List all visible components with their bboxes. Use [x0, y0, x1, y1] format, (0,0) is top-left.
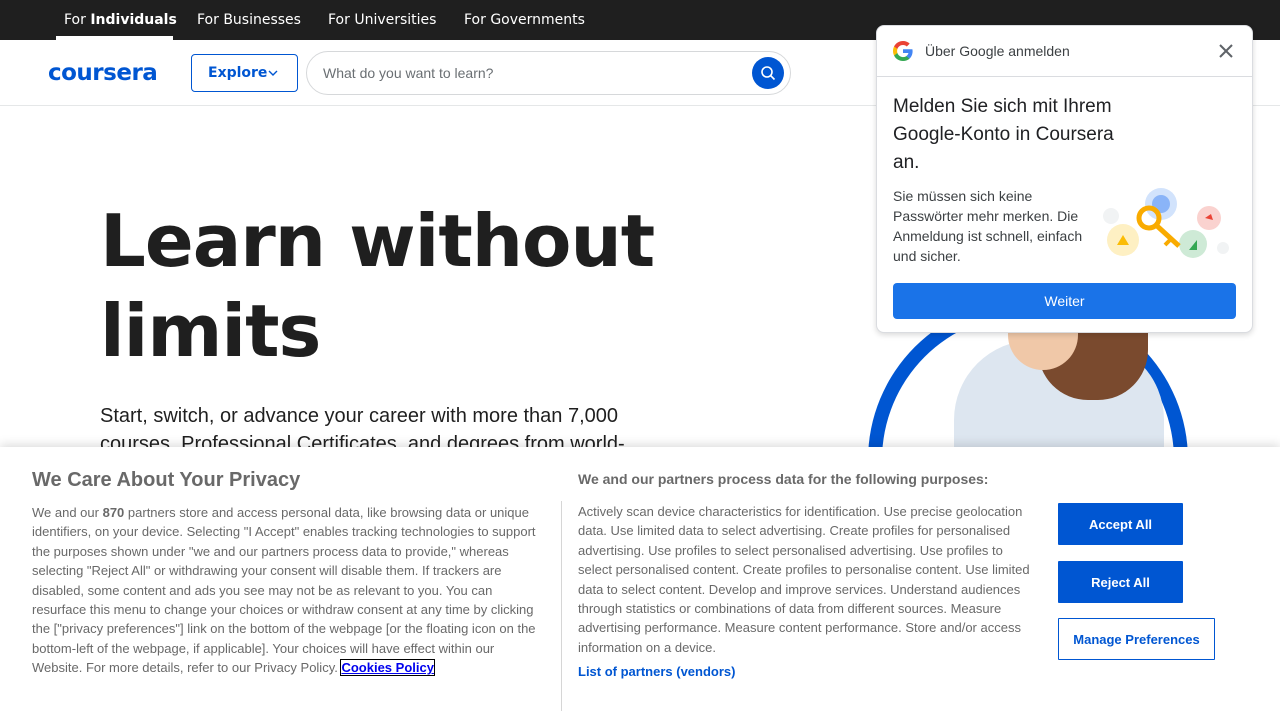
privacy-text-after: partners store and access personal data,…: [32, 505, 536, 676]
purposes-description: Actively scan device characteristics for…: [578, 504, 1030, 655]
privacy-description: We and our 870 partners store and access…: [32, 503, 544, 678]
tab-individuals-label: Individuals: [90, 12, 177, 28]
coursera-logo[interactable]: coursera: [48, 60, 158, 86]
privacy-text-before: We and our: [32, 505, 103, 520]
key-illustration-icon: [1103, 188, 1229, 258]
cookies-policy-link[interactable]: Cookies Policy: [340, 659, 435, 677]
google-dialog-header: Über Google anmelden: [877, 26, 1252, 77]
hero-title-line-1: Learn without: [100, 199, 655, 283]
tab-individuals-prefix: For: [64, 12, 91, 28]
privacy-title: We Care About Your Privacy: [32, 469, 301, 491]
accept-all-button[interactable]: Accept All: [1058, 503, 1183, 545]
explore-button[interactable]: Explore: [191, 54, 298, 92]
manage-preferences-button[interactable]: Manage Preferences: [1058, 618, 1215, 660]
privacy-banner: We Care About Your Privacy We and our 87…: [0, 447, 1280, 720]
tab-universities[interactable]: For Universities: [328, 0, 436, 40]
continue-button[interactable]: Weiter: [893, 283, 1236, 319]
google-signin-dialog: Über Google anmelden Melden Sie sich mit…: [876, 25, 1253, 333]
google-logo-icon: [893, 41, 913, 61]
hero-title: Learn without limits: [100, 196, 740, 376]
reject-all-button[interactable]: Reject All: [1058, 561, 1183, 603]
search-icon: [761, 66, 776, 81]
google-dialog-title: Über Google anmelden: [925, 43, 1070, 59]
tab-governments[interactable]: For Governments: [464, 0, 585, 40]
close-icon[interactable]: [1217, 42, 1235, 60]
search-button[interactable]: [752, 57, 784, 89]
chevron-down-icon: [268, 70, 278, 76]
partner-count: 870: [102, 505, 125, 520]
vendors-list-link[interactable]: List of partners (vendors): [578, 664, 735, 679]
tab-individuals[interactable]: For Individuals: [64, 0, 177, 40]
tab-businesses[interactable]: For Businesses: [197, 0, 301, 40]
search-bar: [306, 51, 791, 95]
purposes-title: We and our partners process data for the…: [578, 471, 989, 487]
search-input[interactable]: [323, 62, 743, 84]
explore-label: Explore: [208, 65, 268, 81]
google-dialog-body: Sie müssen sich keine Passwörter mehr me…: [893, 188, 1083, 264]
google-dialog-heading: Melden Sie sich mit Ihrem Google-Konto i…: [893, 96, 1114, 173]
privacy-divider: [561, 501, 562, 711]
hero-title-line-2: limits: [100, 289, 321, 373]
